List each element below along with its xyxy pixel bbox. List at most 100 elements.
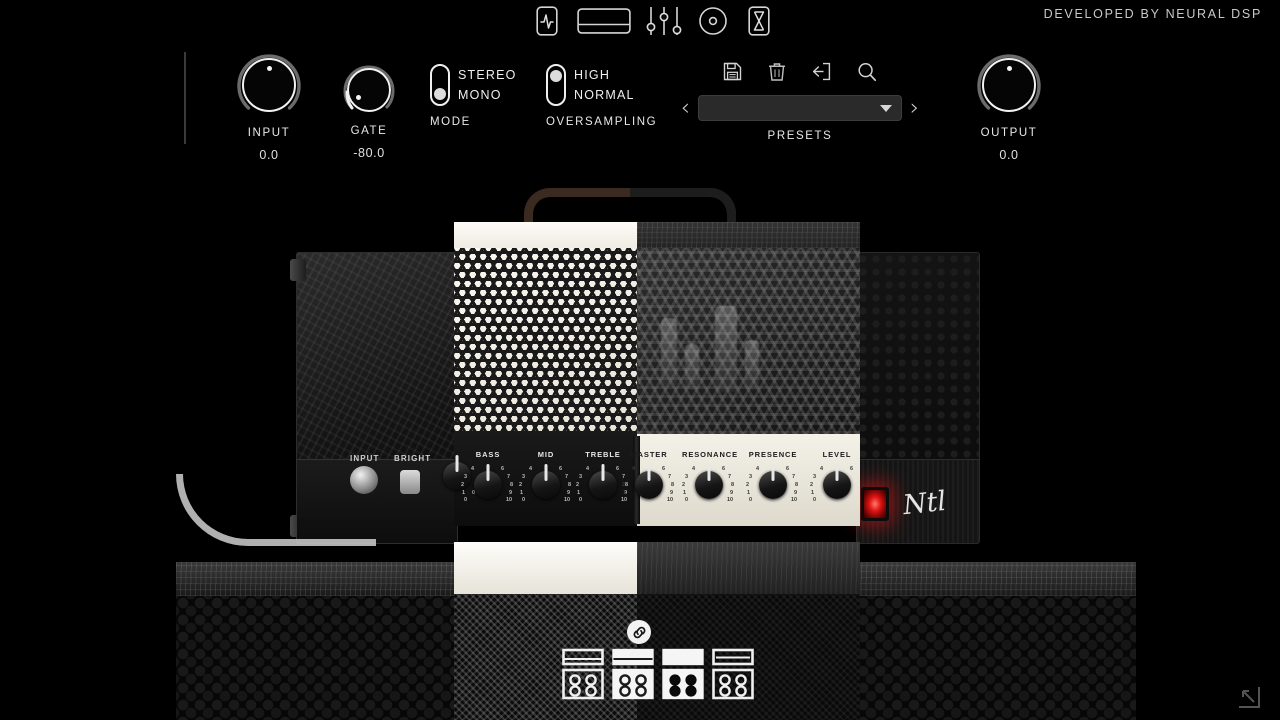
amp-head: 0 10 BASS 4 6 3 7 2 8 1 [443,188,860,542]
tick-2: 2 [622,482,626,488]
amp-knob-mid-label: MID [537,450,555,459]
input-knob-value: 0.0 [259,148,279,162]
amp-knob-bass-label: BASS [475,450,501,459]
amp-grille-black [637,248,860,434]
gate-knob-indicator [356,95,361,100]
hourglass-icon[interactable] [742,5,776,37]
preset-next-button[interactable]: › [910,96,919,120]
tick-4: 4 [632,466,636,472]
background-input-label: INPUT [350,454,380,463]
tick-0: 0 [464,497,468,503]
amp-knob-level-label: LEVEL [822,450,852,459]
amp-knob-presence-cap [759,471,787,499]
amp-knob-mid[interactable]: MID 4 6 3 7 2 8 1 9 0 10 [519,450,573,503]
vacuum-tube-3 [715,306,737,392]
amp-knob-bass-cap [474,471,502,499]
presets-label: PRESETS [767,130,833,142]
preset-selector-row: ‹ › [660,95,940,121]
preset-prev-button[interactable]: ‹ [681,96,690,120]
search-icon[interactable] [857,62,877,87]
sliders-icon[interactable] [644,5,684,37]
cab-slot-4[interactable] [712,648,754,700]
tick-2: 2 [810,482,814,488]
tick-3: 3 [579,474,583,480]
amp-knob-master-cap [635,471,663,499]
vacuum-tube-1 [661,318,677,386]
amp-knob-level[interactable]: LEVEL 4 6 3 2 1 0 [810,450,864,503]
cab-slot-1[interactable] [562,648,604,700]
background-amp-right: Ntl [856,252,980,544]
amp-knob-resonance-label: RESONANCE [682,450,739,459]
mode-label: MODE [430,116,471,128]
tick-9: 9 [670,490,674,496]
tick-0: 0 [813,497,817,503]
tick-7: 7 [728,474,732,480]
plugin-window: DEVELOPED BY NEURAL DSP INPUT 0.0 GATE -… [0,0,1280,720]
oversampling-switch[interactable] [546,64,566,106]
tick-10: 10 [667,497,674,503]
amp-knob-treble-cap [589,471,617,499]
bright-switch[interactable] [400,470,420,494]
input-knob-group: INPUT 0.0 [220,50,318,162]
gate-knob-label: GATE [350,125,388,137]
head-top-black [637,222,860,248]
amp-knob-master-label: MASTER [630,450,668,459]
guitar-cable [176,474,376,546]
mode-option-mono[interactable]: MONO [458,85,517,105]
tick-7: 7 [792,474,796,480]
preset-dropdown[interactable] [698,95,902,121]
import-icon[interactable] [812,62,831,87]
tick-1: 1 [462,490,466,496]
mode-option-stereo[interactable]: STEREO [458,65,517,85]
tick-2: 2 [576,482,580,488]
amp-grille-white [454,248,637,434]
mode-switch[interactable] [430,64,450,106]
tick-0: 0 [749,497,753,503]
gate-knob[interactable] [341,62,397,118]
tick-1: 1 [811,490,815,496]
power-led-indicator[interactable] [861,487,889,521]
oversampling-label: OVERSAMPLING [546,116,658,128]
amp-corner-top [290,259,306,281]
tick-3: 3 [464,474,468,480]
oversampling-option-normal[interactable]: NORMAL [574,85,635,105]
waveform-card-icon[interactable] [530,5,564,37]
output-knob[interactable] [974,50,1044,120]
background-bright-label: BRIGHT [394,454,432,463]
link-icon[interactable] [627,620,651,644]
oversampling-option-high[interactable]: HIGH [574,65,635,85]
tick-0: 0 [685,497,689,503]
mode-toggle-group: STEREO MONO MODE [430,64,517,128]
cab-slot-2[interactable] [612,648,654,700]
cab-slot-3[interactable] [662,648,704,700]
tick-8: 8 [795,482,799,488]
tick-8: 8 [731,482,735,488]
tick-10: 10 [564,497,571,503]
amp-head-top-trim [454,222,860,248]
tick-6: 6 [559,466,563,472]
amp-knob-presence-label: PRESENCE [748,450,798,459]
amp-knob-resonance[interactable]: RESONANCE 4 6 3 7 2 8 1 9 0 10 [682,450,739,503]
floppy-disk-icon[interactable] [723,62,742,87]
tick-2: 2 [519,482,523,488]
gate-knob-body [347,68,391,112]
tick-9: 9 [567,490,571,496]
input-knob[interactable] [234,50,304,120]
amp-knob-bass[interactable]: BASS 4 6 3 7 2 8 1 9 0 10 [461,450,515,503]
amp-grille [454,248,860,434]
amp-knob-master[interactable]: MASTER 4 6 7 2 8 1 9 10 [622,450,676,503]
trash-icon[interactable] [768,62,786,87]
tick-8: 8 [568,482,572,488]
oversampling-switch-nub [550,70,562,82]
output-knob-value: 0.0 [999,148,1019,162]
tick-4: 4 [756,466,760,472]
cabinet-icon[interactable] [576,5,632,37]
resize-handle-icon[interactable] [1236,684,1262,710]
amp-knob-level-cap [823,471,851,499]
tick-3: 3 [813,474,817,480]
amp-knob-presence[interactable]: PRESENCE 4 6 3 7 2 8 1 9 0 10 [746,450,800,503]
disc-icon[interactable] [696,5,730,37]
global-controls-bar: INPUT 0.0 GATE -80.0 STEREO MONO MODE HI… [0,42,1280,182]
chevron-down-icon [880,105,892,112]
input-knob-indicator [266,66,272,71]
